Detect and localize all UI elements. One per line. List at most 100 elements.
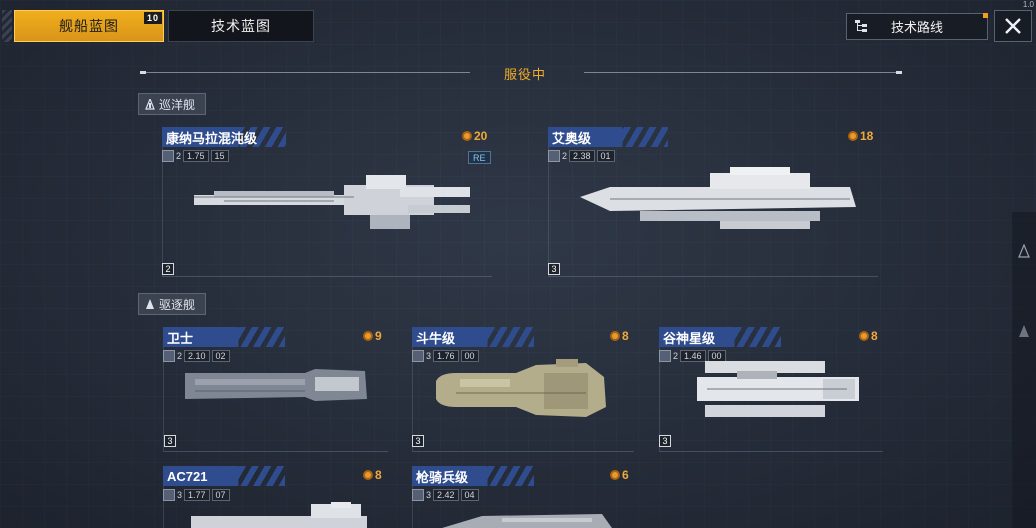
stat-icon [412, 350, 424, 362]
ship-stat-row: 3 2.42 04 [412, 488, 479, 502]
tech-route-label: 技术路线 [890, 20, 943, 35]
stat-icon [163, 489, 175, 501]
ship-stat-row: 2 1.75 15 [162, 149, 229, 163]
stat-level: 2 [562, 151, 568, 161]
ship-stat-row: 2 2.38 01 [548, 149, 615, 163]
cost-value: 20 [474, 129, 488, 143]
tier-tag: 2 [162, 263, 174, 275]
stat-level: 3 [426, 351, 432, 361]
corner-text: 1.0 [1022, 0, 1034, 9]
ship-model-douniu [436, 359, 606, 417]
ship-cost: 8 [363, 468, 382, 482]
destroyer-nav-icon[interactable] [1018, 324, 1030, 338]
group-label-cruiser: 巡洋舰 [138, 93, 206, 115]
ship-cost: 18 [848, 129, 873, 143]
stat-sub-value: 15 [210, 150, 229, 162]
stat-level: 2 [673, 351, 679, 361]
notification-dot [983, 13, 988, 18]
stat-level: 3 [177, 490, 183, 500]
ship-model-qiangqi [442, 514, 612, 528]
tier-tag: 3 [164, 435, 176, 447]
tab-tech-blueprint[interactable]: 技术蓝图 [168, 10, 314, 42]
command-point-icon [859, 331, 869, 341]
command-point-icon [462, 131, 472, 141]
section-line-left [140, 72, 470, 73]
re-tag: RE [468, 151, 491, 164]
cruiser-nav-icon[interactable] [1018, 244, 1030, 258]
ship-name-plate: AC721 [163, 466, 285, 486]
ship-name: AC721 [167, 468, 208, 484]
stat-icon [162, 150, 174, 162]
command-point-icon [610, 331, 620, 341]
section-line-right-cap [896, 71, 902, 74]
stat-level: 3 [426, 490, 432, 500]
ship-model-ac721 [191, 502, 367, 528]
ship-name-plate: 康纳马拉混沌级 [162, 127, 286, 147]
blueprint-count-badge: 10 [143, 12, 162, 24]
stat-sub-value: 02 [211, 350, 230, 362]
cost-value: 8 [871, 329, 878, 343]
cost-value: 8 [622, 329, 629, 343]
close-icon [1005, 18, 1021, 34]
ship-stat-row: 2 2.10 02 [163, 349, 230, 363]
stat-value: 1.75 [183, 150, 209, 162]
ship-model-kongnama [194, 175, 470, 229]
right-scroll-rail[interactable] [1012, 212, 1036, 528]
ship-name: 卫士 [167, 330, 194, 346]
stat-sub-value: 07 [211, 489, 230, 501]
ship-card-douniu[interactable]: 斗牛级 3 1.76 00 8 3 [412, 327, 634, 452]
ship-card-weishi[interactable]: 卫士 2 2.10 02 9 3 [163, 327, 388, 452]
ship-cost: 8 [610, 329, 629, 343]
ship-model-aiao [580, 167, 856, 229]
ship-stat-row: 3 1.77 07 [163, 488, 230, 502]
ship-card-qiangqi[interactable]: 枪骑兵级 3 2.42 04 6 [412, 466, 634, 528]
ship-name-plate: 斗牛级 [412, 327, 534, 347]
ship-card-aiao[interactable]: 艾奥级 2 2.38 01 18 3 [548, 127, 878, 277]
command-point-icon [363, 470, 373, 480]
close-button[interactable] [994, 10, 1032, 42]
command-point-icon [848, 131, 858, 141]
cost-value: 9 [375, 329, 382, 343]
command-point-icon [610, 470, 620, 480]
ship-cost: 8 [859, 329, 878, 343]
group-label-destroyer: 驱逐舰 [138, 293, 206, 315]
tab-tech-blueprint-label: 技术蓝图 [211, 18, 271, 34]
ship-model-gushen [697, 361, 859, 417]
top-bar: 舰船蓝图 10 技术蓝图 技术路线 1.0 [0, 0, 1036, 44]
ship-name-plate: 谷神星级 [659, 327, 781, 347]
stat-sub-value: 04 [460, 489, 479, 501]
cost-value: 6 [622, 468, 629, 482]
stat-value: 2.38 [569, 150, 595, 162]
ship-name: 斗牛级 [416, 330, 456, 346]
ship-card-ac721[interactable]: AC721 3 1.77 07 8 [163, 466, 388, 528]
tier-tag: 3 [659, 435, 671, 447]
ship-name-plate: 艾奥级 [548, 127, 668, 147]
tier-tag: 3 [412, 435, 424, 447]
tech-route-button[interactable]: 技术路线 [846, 13, 988, 40]
stat-icon [412, 489, 424, 501]
stat-icon [548, 150, 560, 162]
ship-name: 艾奥级 [552, 130, 592, 146]
destroyer-class-icon [146, 298, 154, 309]
command-point-icon [363, 331, 373, 341]
ship-card-kongnama[interactable]: 康纳马拉混沌级 2 1.75 15 20 RE 2 [162, 127, 492, 277]
stat-level: 2 [176, 151, 182, 161]
section-title: 服役中 [503, 67, 546, 82]
group-label-cruiser-text: 巡洋舰 [159, 97, 196, 112]
group-label-destroyer-text: 驱逐舰 [159, 297, 196, 312]
ship-cost: 6 [610, 468, 629, 482]
tab-ship-blueprint-label: 舰船蓝图 [59, 18, 119, 34]
ship-name: 康纳马拉混沌级 [166, 130, 258, 146]
stat-value: 2.10 [184, 350, 210, 362]
ship-name-plate: 枪骑兵级 [412, 466, 534, 486]
cost-value: 18 [860, 129, 874, 143]
stat-level: 2 [177, 351, 183, 361]
section-line-right [584, 72, 902, 73]
stat-icon [659, 350, 671, 362]
stat-value: 2.42 [433, 489, 459, 501]
cruiser-class-icon [145, 98, 155, 110]
tab-ship-blueprint[interactable]: 舰船蓝图 10 [14, 10, 164, 42]
ship-card-gushen[interactable]: 谷神星级 2 1.46 00 8 3 [659, 327, 883, 452]
ship-name: 谷神星级 [663, 330, 716, 346]
section-line-left-cap [140, 71, 146, 74]
